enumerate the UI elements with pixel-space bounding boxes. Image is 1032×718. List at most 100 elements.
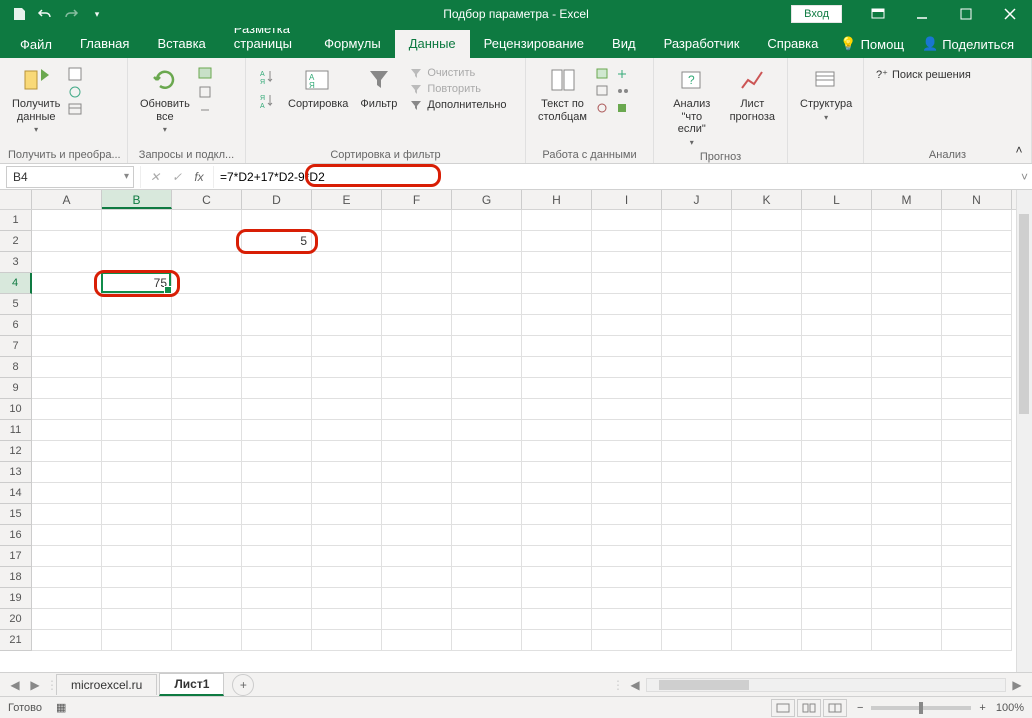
cell[interactable] xyxy=(382,399,452,420)
cell[interactable] xyxy=(592,525,662,546)
cell[interactable] xyxy=(592,315,662,336)
cell[interactable] xyxy=(942,231,1012,252)
cell[interactable] xyxy=(452,420,522,441)
cell[interactable] xyxy=(312,441,382,462)
cell[interactable] xyxy=(592,546,662,567)
cell[interactable] xyxy=(312,399,382,420)
cell[interactable] xyxy=(872,504,942,525)
cell[interactable] xyxy=(312,588,382,609)
cell[interactable]: 75 xyxy=(102,273,172,294)
flash-fill-icon[interactable] xyxy=(595,66,611,82)
cell[interactable] xyxy=(242,630,312,651)
cell[interactable] xyxy=(872,273,942,294)
cell[interactable] xyxy=(662,252,732,273)
cell[interactable] xyxy=(312,315,382,336)
cell[interactable] xyxy=(732,420,802,441)
cell[interactable] xyxy=(732,588,802,609)
cell[interactable] xyxy=(452,315,522,336)
cell[interactable] xyxy=(592,609,662,630)
cell[interactable] xyxy=(942,294,1012,315)
cell[interactable] xyxy=(242,336,312,357)
cell[interactable] xyxy=(732,210,802,231)
cell[interactable] xyxy=(452,231,522,252)
cell[interactable] xyxy=(942,315,1012,336)
cell[interactable] xyxy=(732,546,802,567)
cell[interactable] xyxy=(942,609,1012,630)
cell[interactable] xyxy=(732,231,802,252)
cell[interactable] xyxy=(312,294,382,315)
cell[interactable] xyxy=(242,504,312,525)
qat-customize-icon[interactable]: ▾ xyxy=(86,3,108,25)
cell[interactable] xyxy=(382,483,452,504)
cell[interactable] xyxy=(802,588,872,609)
cell[interactable] xyxy=(242,441,312,462)
properties-icon[interactable] xyxy=(198,84,214,100)
cell[interactable] xyxy=(102,336,172,357)
col-header-G[interactable]: G xyxy=(452,190,522,209)
cell[interactable] xyxy=(592,567,662,588)
cell[interactable] xyxy=(382,546,452,567)
page-layout-view-icon[interactable] xyxy=(797,699,821,717)
cell[interactable] xyxy=(242,420,312,441)
cell[interactable] xyxy=(732,462,802,483)
cell[interactable] xyxy=(592,357,662,378)
formula-input[interactable] xyxy=(214,166,1012,188)
cell[interactable] xyxy=(312,546,382,567)
scroll-right-icon[interactable]: ▶ xyxy=(1010,678,1024,692)
cell[interactable] xyxy=(312,525,382,546)
cell[interactable] xyxy=(32,399,102,420)
cell[interactable] xyxy=(522,273,592,294)
cell[interactable] xyxy=(382,420,452,441)
row-header[interactable]: 18 xyxy=(0,567,32,588)
cell[interactable] xyxy=(242,252,312,273)
cell[interactable] xyxy=(802,525,872,546)
cell[interactable] xyxy=(312,231,382,252)
cell[interactable] xyxy=(32,483,102,504)
cell[interactable] xyxy=(592,273,662,294)
close-icon[interactable] xyxy=(988,0,1032,28)
cell[interactable] xyxy=(382,231,452,252)
cell[interactable]: 5 xyxy=(242,231,312,252)
cell[interactable] xyxy=(662,399,732,420)
col-header-D[interactable]: D xyxy=(242,190,312,209)
cell[interactable] xyxy=(172,462,242,483)
cell[interactable] xyxy=(382,588,452,609)
cell[interactable] xyxy=(942,588,1012,609)
cell[interactable] xyxy=(102,294,172,315)
tab-insert[interactable]: Вставка xyxy=(143,30,219,58)
cell[interactable] xyxy=(452,609,522,630)
cell[interactable] xyxy=(662,588,732,609)
scroll-left-icon[interactable]: ◀ xyxy=(628,678,642,692)
cell[interactable] xyxy=(242,609,312,630)
cell[interactable] xyxy=(662,483,732,504)
row-header[interactable]: 21 xyxy=(0,630,32,651)
cell[interactable] xyxy=(172,210,242,231)
forecast-sheet-button[interactable]: Лист прогноза xyxy=(726,62,779,125)
cell[interactable] xyxy=(32,315,102,336)
cell[interactable] xyxy=(242,210,312,231)
cell[interactable] xyxy=(102,231,172,252)
maximize-icon[interactable] xyxy=(944,0,988,28)
ribbon-options-icon[interactable] xyxy=(856,0,900,28)
cell[interactable] xyxy=(732,294,802,315)
cell[interactable] xyxy=(172,231,242,252)
clear-filter-button[interactable]: Очистить xyxy=(405,66,510,80)
cell[interactable] xyxy=(452,252,522,273)
cell[interactable] xyxy=(452,588,522,609)
horizontal-scrollbar[interactable] xyxy=(646,678,1006,692)
cell[interactable] xyxy=(872,231,942,252)
expand-formula-bar-icon[interactable]: ˅ xyxy=(1021,170,1028,184)
cell[interactable] xyxy=(872,399,942,420)
tab-formulas[interactable]: Формулы xyxy=(310,30,395,58)
page-break-view-icon[interactable] xyxy=(823,699,847,717)
cell[interactable] xyxy=(662,525,732,546)
tab-review[interactable]: Рецензирование xyxy=(470,30,598,58)
cell[interactable] xyxy=(32,609,102,630)
cell[interactable] xyxy=(242,546,312,567)
cell[interactable] xyxy=(732,609,802,630)
cell[interactable] xyxy=(522,525,592,546)
sheet-tab-2[interactable]: Лист1 xyxy=(159,673,224,696)
cell[interactable] xyxy=(172,483,242,504)
cell[interactable] xyxy=(312,252,382,273)
row-header[interactable]: 10 xyxy=(0,399,32,420)
